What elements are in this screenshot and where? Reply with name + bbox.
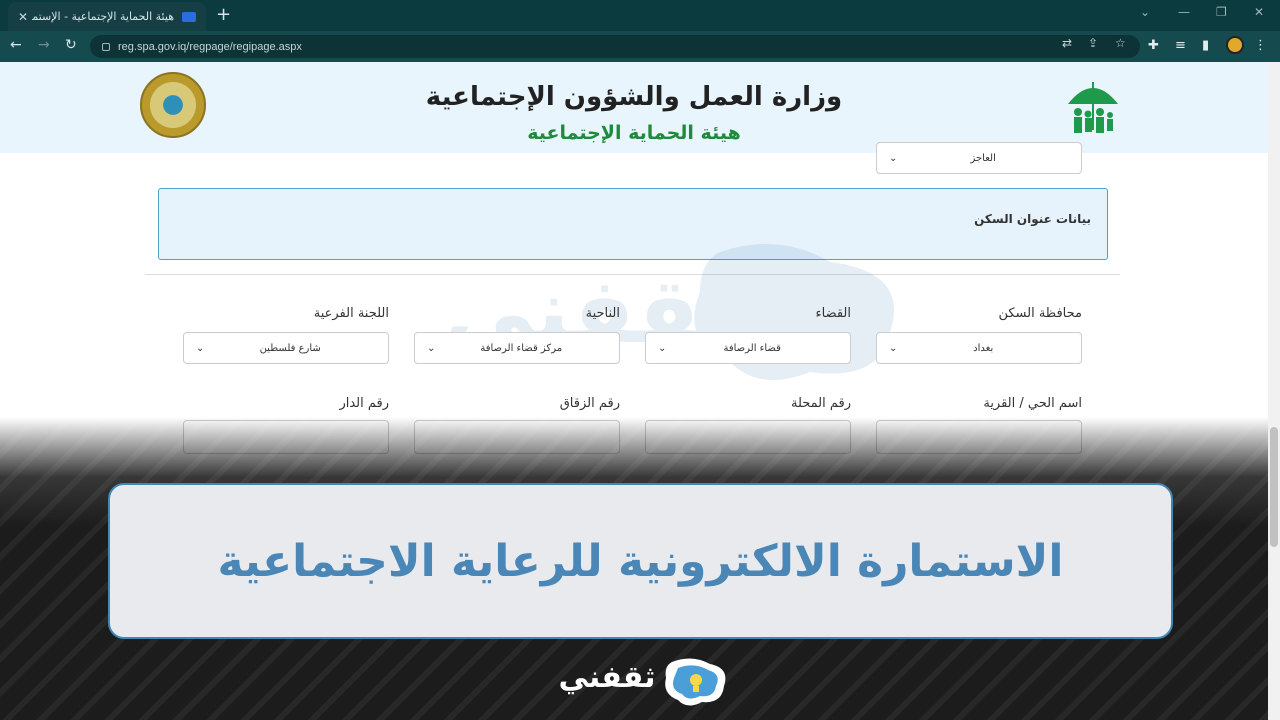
chevron-down-icon: ⌄ [889,152,898,164]
profile-avatar[interactable] [1226,36,1244,54]
bookmark-star-icon[interactable]: ☆ [1115,36,1126,50]
reading-list-icon[interactable]: ≡ [1175,38,1186,53]
disability-select[interactable]: العاجز ⌄ [876,142,1082,174]
banner-title: الاستمارة الالكترونية للرعاية الاجتماعية [217,535,1064,587]
maximize-button[interactable]: ❐ [1216,5,1227,19]
address-bar[interactable]: reg.spa.gov.iq/regpage/regipage.aspx [90,35,1140,58]
forward-icon[interactable]: → [38,37,50,53]
tab-close-icon[interactable]: ✕ [18,10,28,24]
menu-icon[interactable]: ⋮ [1254,38,1267,53]
extensions-icon[interactable]: ✚ [1148,38,1159,53]
mahalla-number-label: رقم المحلة [790,396,851,411]
address-section-header: بيانات عنوان السكن [158,188,1108,260]
chevron-down-icon: ⌄ [196,342,205,354]
lock-icon [102,42,110,51]
subdistrict-label: الناحية [585,306,620,321]
back-icon[interactable]: ← [10,37,22,53]
browser-tab[interactable]: هيئة الحماية الإجتماعية - الإستمارة الإ … [8,2,206,31]
footer-logo-text: ثقفني [558,660,656,695]
subdistrict-select-value: مركز قضاء الرصافة [480,342,563,354]
new-tab-button[interactable]: + [216,4,231,25]
subcommittee-select[interactable]: شارع فلسطين ⌄ [183,332,389,364]
chevron-down-icon: ⌄ [427,342,436,354]
browser-toolbar: ← → ↻ reg.spa.gov.iq/regpage/regipage.as… [0,31,1280,62]
tab-title: هيئة الحماية الإجتماعية - الإستمارة الإ [32,10,174,23]
side-panel-icon[interactable]: ▮ [1202,38,1209,53]
share-icon[interactable]: ⇪ [1088,36,1098,50]
url-text: reg.spa.gov.iq/regpage/regipage.aspx [118,40,302,53]
site-header: وزارة العمل والشؤون الإجتماعية هيئة الحم… [0,62,1268,153]
section-divider [145,274,1120,275]
subcommittee-select-value: شارع فلسطين [259,342,321,354]
house-number-label: رقم الدار [339,396,389,411]
subdistrict-select[interactable]: مركز قضاء الرصافة ⌄ [414,332,620,364]
scrollbar-thumb[interactable] [1270,427,1278,547]
site-favicon-icon [182,11,196,22]
chevron-down-icon: ⌄ [889,342,898,354]
governorate-select-value: بغداد [973,342,994,354]
chevron-down-icon: ⌄ [658,342,667,354]
disability-select-value: العاجز [970,152,996,164]
governorate-select[interactable]: بغداد ⌄ [876,332,1082,364]
minimize-button[interactable]: — [1178,5,1190,19]
district-label: القضاء [815,306,852,321]
address-section-title: بيانات عنوان السكن [974,212,1091,226]
district-select-value: قضاء الرصافة [723,342,781,354]
translate-icon[interactable]: ⇄ [1062,36,1072,50]
title-banner: الاستمارة الالكترونية للرعاية الاجتماعية [108,483,1173,639]
tab-search-icon[interactable]: ⌄ [1140,5,1150,19]
neighborhood-label: اسم الحي / القرية [983,396,1082,411]
browser-tab-bar: هيئة الحماية الإجتماعية - الإستمارة الإ … [0,0,1280,31]
district-select[interactable]: قضاء الرصافة ⌄ [645,332,851,364]
alley-number-label: رقم الزقاق [559,396,620,411]
governorate-label: محافظة السكن [998,306,1082,321]
page-scrollbar[interactable] [1268,62,1280,720]
reload-icon[interactable]: ↻ [65,37,77,53]
close-window-button[interactable]: ✕ [1254,5,1264,19]
subcommittee-label: اللجنة الفرعية [313,306,389,321]
social-protection-logo-icon [1068,82,1118,133]
